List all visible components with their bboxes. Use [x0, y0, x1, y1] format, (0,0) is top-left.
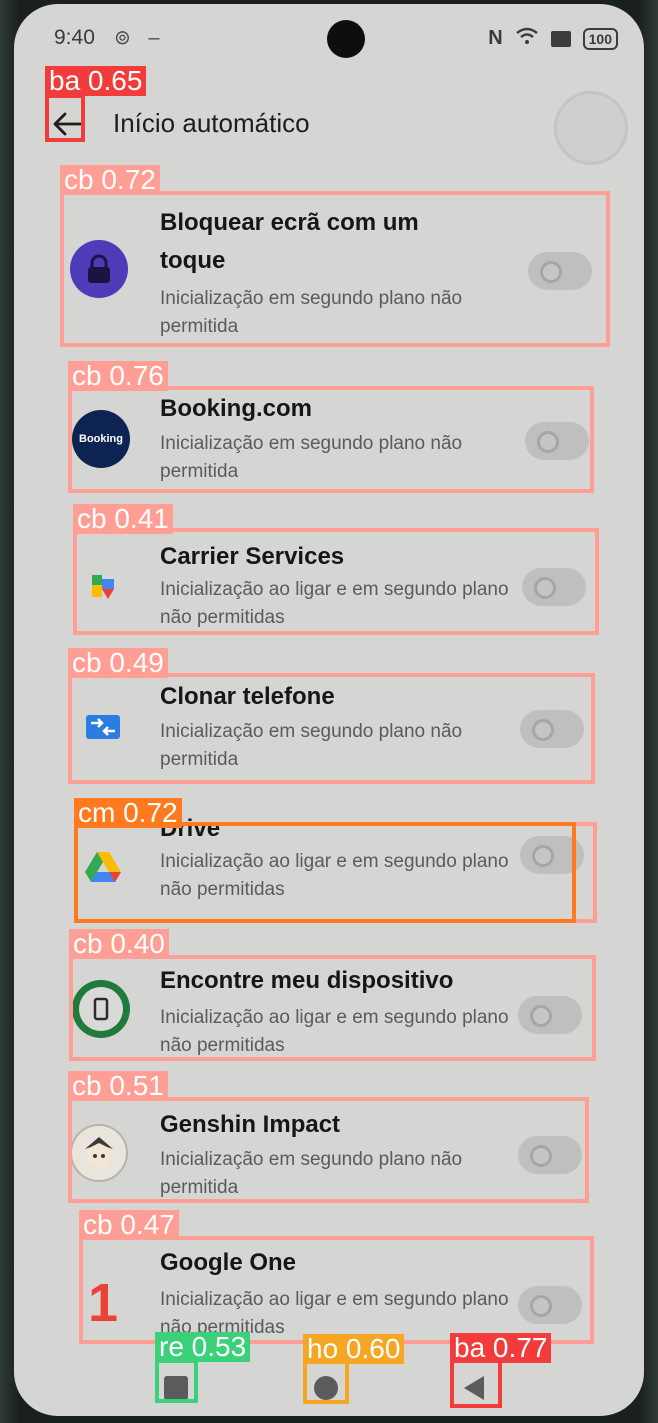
app-name: Bloquear ecrã com um toque: [160, 209, 419, 274]
app-name: Carrier Services: [160, 543, 345, 570]
detection-label: ho 0.60: [303, 1334, 405, 1364]
battery-indicator: 100: [582, 27, 618, 50]
home-button[interactable]: [306, 1368, 346, 1408]
circle-icon: [314, 1376, 338, 1400]
autostart-toggle[interactable]: [518, 1136, 582, 1174]
list-item[interactable]: Bloquear ecrã com um toque Inicialização…: [58, 192, 614, 342]
autostart-toggle[interactable]: [518, 1286, 582, 1324]
toggle-knob: [540, 261, 562, 283]
genshin-icon: [70, 1124, 128, 1182]
autostart-toggle[interactable]: [528, 252, 592, 290]
autostart-toggle[interactable]: [522, 568, 586, 606]
nfc-icon: N: [488, 27, 503, 49]
app-desc: Inicialização ao ligar e em segundo plan…: [160, 851, 509, 900]
detection-label: ba 0.65: [45, 66, 147, 96]
toggle-knob: [534, 577, 556, 599]
app-desc: Inicialização ao ligar e em segundo plan…: [160, 579, 509, 628]
autostart-toggle[interactable]: [520, 710, 584, 748]
app-name: Genshin Impact: [160, 1111, 341, 1138]
status-time: 9:40: [54, 26, 95, 49]
app-desc: Inicialização ao ligar e em segundo plan…: [160, 1007, 509, 1056]
autostart-toggle[interactable]: [525, 422, 589, 460]
app-name: Drive: [160, 815, 221, 842]
find-device-icon: [72, 980, 130, 1038]
toggle-knob: [530, 1295, 552, 1317]
app-name: Booking.com: [160, 395, 313, 422]
app-name: Google One: [160, 1249, 297, 1276]
status-bar: 9:40 ⊚ – N 100: [14, 22, 644, 58]
list-item[interactable]: Carrier Services Inicialização ao ligar …: [58, 534, 614, 638]
app-desc: Inicialização em segundo plano não permi…: [160, 1149, 463, 1198]
detection-label: ba 0.77: [450, 1333, 552, 1363]
detection-label: cb 0.51: [68, 1071, 168, 1101]
recents-button[interactable]: [156, 1368, 196, 1408]
drive-icon: [74, 838, 132, 896]
clone-phone-icon: [74, 698, 132, 756]
toggle-knob: [537, 431, 559, 453]
phone-screen: 9:40 ⊚ – N 100 Início automático Bloquea…: [14, 4, 644, 1416]
detection-label: cb 0.40: [69, 929, 169, 959]
detection-label: cb 0.72: [60, 165, 160, 195]
toggle-knob: [530, 1005, 552, 1027]
page-header: Início automático: [14, 86, 644, 166]
autostart-toggle[interactable]: [520, 836, 584, 874]
detection-label: cm 0.72: [74, 798, 182, 828]
back-button[interactable]: [50, 106, 86, 142]
status-right-icons: N 100: [488, 27, 618, 50]
list-item[interactable]: Booking Booking.com Inicialização em seg…: [58, 388, 614, 492]
app-desc: Inicialização em segundo plano não permi…: [160, 433, 463, 482]
list-item[interactable]: Encontre meu dispositivo Inicialização a…: [58, 962, 614, 1066]
list-item[interactable]: Clonar telefone Inicialização em segundo…: [58, 676, 614, 780]
list-item[interactable]: Drive Inicialização ao ligar e em segund…: [58, 815, 614, 920]
detection-label: cb 0.47: [79, 1210, 179, 1240]
google-one-icon: 1: [87, 1273, 119, 1333]
list-item[interactable]: Genshin Impact Inicialização em segundo …: [58, 1104, 614, 1208]
sim-icon: [550, 30, 571, 47]
square-icon: [164, 1376, 188, 1400]
autostart-toggle[interactable]: [518, 996, 582, 1034]
app-desc: Inicialização em segundo plano não permi…: [160, 721, 463, 770]
arrow-left-icon: [53, 112, 84, 136]
toggle-knob: [530, 1145, 552, 1167]
detection-label: cb 0.76: [68, 361, 168, 391]
page-title: Início automático: [113, 108, 310, 138]
detection-label: cb 0.49: [68, 648, 168, 678]
booking-icon: Booking: [72, 410, 130, 468]
floating-button[interactable]: [554, 91, 628, 165]
toggle-knob: [532, 845, 554, 867]
detection-label: re 0.53: [155, 1332, 251, 1362]
toggle-knob: [532, 719, 554, 741]
app-desc: Inicialização em segundo plano não permi…: [160, 288, 463, 337]
app-name: Encontre meu dispositivo: [160, 967, 454, 994]
app-name: Clonar telefone: [160, 683, 335, 710]
detection-label: cb 0.41: [73, 504, 173, 534]
nav-back-button[interactable]: [454, 1368, 494, 1408]
status-left-icons: ⊚ –: [114, 27, 166, 49]
lock-app-icon: [70, 240, 128, 298]
triangle-left-icon: [464, 1376, 484, 1400]
wifi-icon: [515, 27, 539, 50]
carrier-services-icon: [74, 558, 132, 616]
